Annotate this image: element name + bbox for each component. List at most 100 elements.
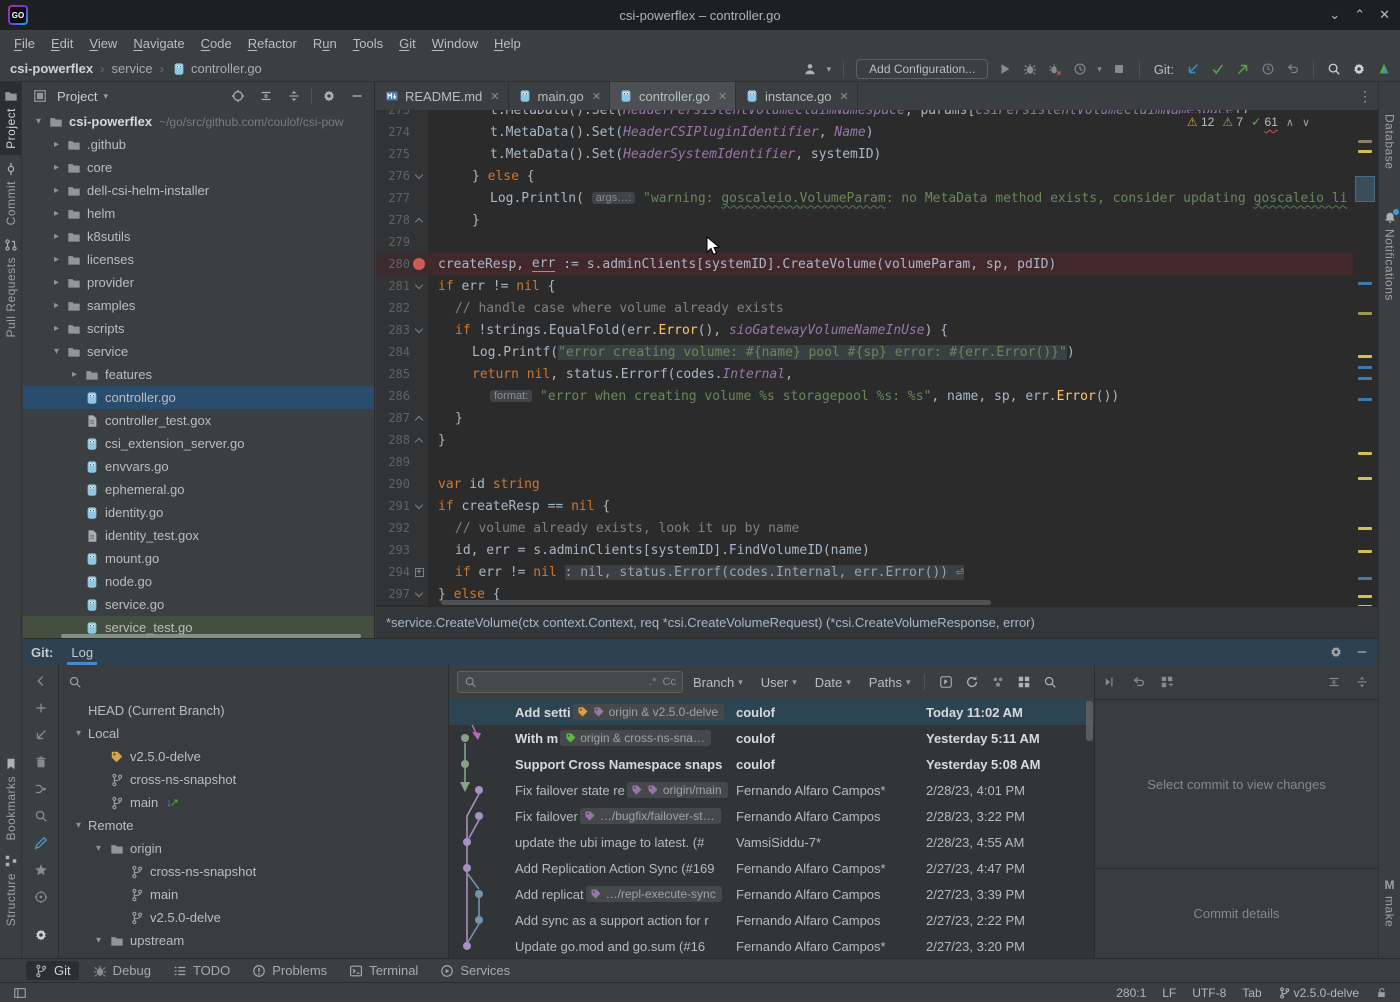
code-line[interactable]: 281 if err != nil {: [376, 275, 1353, 297]
project-tree-item[interactable]: ▸ dell-csi-helm-installer: [23, 179, 374, 202]
layout-icon[interactable]: [12, 985, 28, 1001]
git-log-tab[interactable]: Log: [67, 639, 97, 665]
caret-position[interactable]: 280:1: [1116, 986, 1146, 1000]
tool-stripe-bookmarks[interactable]: Bookmarks: [0, 750, 21, 847]
deep-history-icon[interactable]: [990, 674, 1006, 690]
branch-item[interactable]: v2.5.0-delve: [59, 745, 448, 768]
tool-window-button-terminal[interactable]: Terminal: [341, 961, 426, 980]
inspections-widget[interactable]: ⚠ 12 ⚠ 7 ✓ 61 ∧ ∨: [1181, 113, 1316, 131]
horizontal-scrollbar[interactable]: [441, 600, 991, 605]
branch-item[interactable]: ▾ upstream: [59, 929, 448, 952]
commit-row[interactable]: With morigin & cross-ns-sna… coulof Yest…: [449, 725, 1094, 751]
collapse-all-icon[interactable]: [283, 88, 305, 104]
branch-item[interactable]: cross-ns-snapshot: [59, 860, 448, 883]
go-to-hash-icon[interactable]: [938, 674, 954, 690]
commit-row[interactable]: update the ubi image to latest. (# Vamsi…: [449, 829, 1094, 855]
editor-tab-controller.go[interactable]: controller.go ✕: [610, 82, 736, 110]
tree-chevron-icon[interactable]: ▸: [51, 323, 62, 334]
code-line[interactable]: 275 t.MetaData().Set(HeaderSystemIdentif…: [376, 143, 1353, 165]
project-tree-item[interactable]: ephemeral.go: [23, 478, 374, 501]
project-tree-item[interactable]: node.go: [23, 570, 374, 593]
gear-icon[interactable]: [1328, 644, 1344, 660]
user-icon[interactable]: [802, 61, 818, 77]
code-line[interactable]: 286 format: "error when creating volume …: [376, 385, 1353, 407]
project-tree-item[interactable]: service.go: [23, 593, 374, 616]
code-line[interactable]: 279: [376, 231, 1353, 253]
menu-refactor[interactable]: Refactor: [240, 33, 305, 54]
vertical-scrollbar[interactable]: [1086, 701, 1093, 741]
project-tree-item[interactable]: ▸ .github: [23, 133, 374, 156]
collapse-panel-icon[interactable]: [33, 673, 49, 689]
code-editor[interactable]: 273 t.MetaData().Set(HeaderPersistentVol…: [376, 110, 1378, 606]
tree-chevron-icon[interactable]: ▸: [69, 369, 80, 380]
stripe-mark[interactable]: [1358, 398, 1372, 401]
project-tree-item[interactable]: controller.go: [23, 386, 374, 409]
project-tree-item[interactable]: csi_extension_server.go: [23, 432, 374, 455]
branch-item[interactable]: HEAD (Current Branch): [59, 699, 448, 722]
menu-file[interactable]: File: [6, 33, 43, 54]
project-tree-item[interactable]: ▸ core: [23, 156, 374, 179]
code-line[interactable]: 283 if !strings.EqualFold(err.Error(), s…: [376, 319, 1353, 341]
prev-problem-icon[interactable]: ∧: [1286, 116, 1294, 129]
stripe-mark[interactable]: [1358, 595, 1372, 598]
code-line[interactable]: 293 id, err = s.adminClients[systemID].F…: [376, 539, 1353, 561]
folded-region-icon[interactable]: +: [415, 568, 424, 577]
project-tree-item[interactable]: ▸ helm: [23, 202, 374, 225]
editor-tab-instance.go[interactable]: instance.go ✕: [736, 82, 858, 110]
stripe-mark[interactable]: [1358, 452, 1372, 455]
tool-stripe-pull-requests[interactable]: Pull Requests: [0, 231, 21, 344]
tab-options-icon[interactable]: ⋮: [1358, 88, 1372, 105]
navigate-icon[interactable]: [33, 889, 49, 905]
indent-style[interactable]: Tab: [1242, 986, 1261, 1000]
branch-item[interactable]: ▾ origin: [59, 837, 448, 860]
tool-stripe-make[interactable]: M make: [1379, 872, 1400, 933]
code-line[interactable]: 285 return nil, status.Errorf(codes.Inte…: [376, 363, 1353, 385]
code-line[interactable]: 289: [376, 451, 1353, 473]
match-case-toggle[interactable]: Cc: [663, 676, 676, 688]
close-tab-icon[interactable]: ✕: [840, 90, 849, 103]
tree-chevron-icon[interactable]: ▸: [51, 208, 62, 219]
menu-view[interactable]: View: [81, 33, 125, 54]
stripe-mark[interactable]: [1358, 577, 1372, 580]
stripe-mark[interactable]: [1358, 355, 1372, 358]
close-tab-icon[interactable]: ✕: [718, 90, 727, 103]
tree-chevron-icon[interactable]: ▸: [51, 185, 62, 196]
rollback-icon[interactable]: [1131, 674, 1147, 690]
run-icon[interactable]: [997, 61, 1013, 77]
add-icon[interactable]: [33, 700, 49, 716]
group-by-icon[interactable]: [1159, 674, 1175, 690]
code-line[interactable]: 284 Log.Printf("error creating volume: #…: [376, 341, 1353, 363]
tree-chevron-icon[interactable]: ▸: [51, 277, 62, 288]
fold-open-icon[interactable]: [415, 500, 423, 508]
checkout-icon[interactable]: [33, 727, 49, 743]
chevron-down-icon[interactable]: ▾: [103, 91, 108, 102]
regex-toggle[interactable]: .*: [649, 676, 656, 688]
file-encoding[interactable]: UTF-8: [1192, 986, 1226, 1000]
breadcrumb-item[interactable]: csi-powerflex: [10, 61, 93, 76]
debug-icon[interactable]: [1022, 61, 1038, 77]
refresh-icon[interactable]: [964, 674, 980, 690]
commit-row[interactable]: Add Replication Action Sync (#169 Fernan…: [449, 855, 1094, 881]
filter-date[interactable]: Date▾: [815, 675, 851, 690]
tree-chevron-icon[interactable]: ▸: [51, 162, 62, 173]
stripe-mark[interactable]: [1358, 527, 1372, 530]
favorite-icon[interactable]: [33, 862, 49, 878]
git-rollback-icon[interactable]: [1285, 61, 1301, 77]
tree-chevron-icon[interactable]: ▾: [51, 346, 62, 357]
menu-git[interactable]: Git: [391, 33, 424, 54]
menu-run[interactable]: Run: [305, 33, 345, 54]
stripe-mark[interactable]: [1358, 477, 1372, 480]
jump-to-source-icon[interactable]: [1103, 674, 1119, 690]
tool-stripe-database[interactable]: Database: [1379, 108, 1400, 175]
editor-tab-README.md[interactable]: README.md ✕: [376, 82, 509, 110]
code-line[interactable]: 291 if createResp == nil {: [376, 495, 1353, 517]
project-panel-title[interactable]: Project: [57, 89, 97, 104]
project-tree-item[interactable]: ▸ k8sutils: [23, 225, 374, 248]
fold-end-icon[interactable]: [415, 415, 423, 423]
branch-item[interactable]: cross-ns-snapshot: [59, 768, 448, 791]
tool-window-button-todo[interactable]: TODO: [165, 961, 238, 980]
scrollbar-thumb[interactable]: [1355, 176, 1375, 202]
branch-item[interactable]: main↓↗: [59, 791, 448, 814]
gear-icon[interactable]: [318, 88, 340, 104]
editor-tab-main.go[interactable]: main.go ✕: [509, 82, 610, 110]
